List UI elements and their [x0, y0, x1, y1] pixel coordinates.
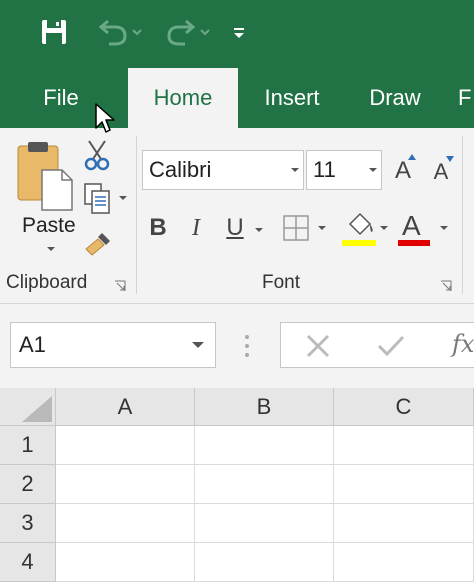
cancel-icon[interactable] [304, 332, 332, 360]
column-header-b[interactable]: B [195, 388, 334, 426]
font-name-box[interactable]: Calibri [142, 150, 304, 190]
font-color-glyph: A [402, 210, 421, 241]
customize-qat-icon [234, 28, 244, 38]
increase-font-size-button[interactable]: A [388, 152, 418, 190]
font-size-value: 11 [313, 157, 336, 182]
italic-button[interactable]: I [184, 212, 208, 244]
font-color-button[interactable]: A [396, 210, 456, 250]
tab-insert[interactable]: Insert [246, 68, 338, 128]
cell-b4[interactable] [195, 543, 334, 582]
row-header-4[interactable]: 4 [0, 543, 56, 582]
scissors-icon [84, 140, 110, 171]
mouse-pointer-icon [95, 103, 115, 133]
caret-down-icon [446, 156, 454, 162]
ribbon-tabs: File Home Insert Draw F [0, 68, 474, 128]
cell-a2[interactable] [56, 465, 195, 504]
fill-color-button[interactable] [340, 210, 392, 250]
redo-icon [167, 19, 210, 46]
column-header-a[interactable]: A [56, 388, 195, 426]
cell-c1[interactable] [334, 426, 474, 465]
select-all-triangle-icon [22, 396, 52, 422]
bold-button[interactable]: B [144, 212, 172, 244]
decrease-font-size-button[interactable]: A [426, 154, 456, 190]
tab-home[interactable]: Home [128, 68, 238, 128]
name-box-value: A1 [19, 332, 46, 357]
cut-button[interactable] [82, 138, 112, 172]
redo-button[interactable] [156, 10, 216, 54]
clipboard-launcher-icon[interactable] [114, 280, 126, 292]
worksheet-grid: A B C 1 2 3 4 [0, 388, 474, 588]
font-name-value: Calibri [149, 157, 212, 182]
copy-button[interactable] [80, 182, 130, 216]
cell-b2[interactable] [195, 465, 334, 504]
cell-c2[interactable] [334, 465, 474, 504]
borders-button[interactable] [280, 212, 332, 244]
group-separator [136, 136, 137, 294]
chevron-down-icon [255, 228, 263, 232]
font-launcher-icon[interactable] [440, 280, 452, 292]
cell-c3[interactable] [334, 504, 474, 543]
underline-options-button[interactable] [252, 224, 266, 236]
enter-check-icon[interactable] [376, 332, 406, 360]
font-size-box[interactable]: 11 [306, 150, 382, 190]
row-header-2[interactable]: 2 [0, 465, 56, 504]
undo-button[interactable] [88, 10, 148, 54]
shrink-font-glyph: A [433, 159, 449, 184]
font-group-label: Font [262, 272, 301, 293]
customize-qat-button[interactable] [224, 10, 254, 54]
formula-bar: A1 fx [0, 304, 474, 388]
cell-a3[interactable] [56, 504, 195, 543]
title-bar [0, 0, 474, 68]
save-icon [42, 20, 66, 44]
format-painter-button[interactable] [82, 226, 114, 260]
tab-formulas-partial[interactable]: F [458, 68, 474, 128]
tab-file[interactable]: File [18, 68, 104, 128]
group-separator [462, 136, 463, 294]
column-header-c[interactable]: C [334, 388, 474, 426]
chevron-down-icon[interactable] [46, 246, 56, 252]
cell-b1[interactable] [195, 426, 334, 465]
paste-label: Paste [22, 214, 76, 237]
cell-a1[interactable] [56, 426, 195, 465]
row-header-1[interactable]: 1 [0, 426, 56, 465]
select-all-button[interactable] [0, 388, 56, 426]
paste-button[interactable]: Paste [10, 136, 76, 264]
save-button[interactable] [32, 10, 76, 54]
cell-b3[interactable] [195, 504, 334, 543]
paste-icon [17, 142, 73, 211]
ribbon: Paste Clipboard Calibri 11 A A B I U A F… [0, 128, 474, 304]
borders-icon [283, 215, 326, 241]
undo-icon [98, 19, 142, 46]
tab-draw[interactable]: Draw [352, 68, 438, 128]
underline-button[interactable]: U [220, 212, 250, 244]
clipboard-group-label: Clipboard [6, 272, 88, 293]
chevron-down-icon[interactable] [365, 167, 381, 173]
format-painter-icon [85, 233, 110, 256]
caret-up-icon [408, 154, 416, 160]
copy-icon [84, 183, 127, 214]
row-header-3[interactable]: 3 [0, 504, 56, 543]
chevron-down-icon[interactable] [287, 167, 303, 173]
cell-a4[interactable] [56, 543, 195, 582]
name-box[interactable]: A1 [10, 322, 216, 368]
grow-font-glyph: A [394, 157, 411, 184]
chevron-down-icon[interactable] [181, 341, 215, 349]
cell-c4[interactable] [334, 543, 474, 582]
resize-grip-icon[interactable] [244, 334, 250, 358]
insert-function-button[interactable]: fx [452, 330, 474, 358]
paint-bucket-icon [342, 212, 388, 246]
